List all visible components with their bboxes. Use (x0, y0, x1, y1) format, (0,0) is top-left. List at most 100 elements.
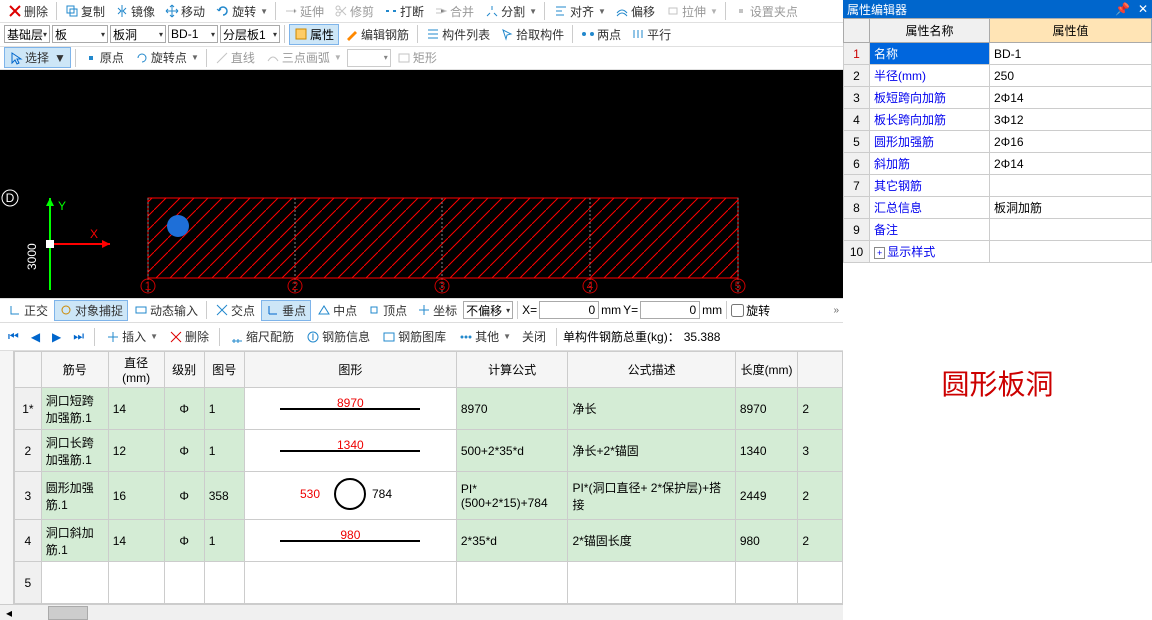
nav-next-icon[interactable]: ▶ (48, 329, 65, 345)
mid-snap[interactable]: 中点 (313, 301, 361, 320)
ortho-toggle[interactable]: 正交 (4, 301, 52, 320)
property-editor-header: 属性编辑器 📌 ✕ (843, 0, 1152, 18)
trim-button: 修剪 (330, 2, 378, 21)
break-button[interactable]: 打断 (380, 2, 428, 21)
drawing-canvas[interactable]: D Y X 3000 1 (0, 70, 843, 298)
vertex-snap[interactable]: 顶点 (363, 301, 411, 320)
col-fig[interactable]: 图号 (204, 352, 244, 388)
split-button[interactable]: 分割▼ (480, 2, 540, 21)
rebar-toolbar: ⏮ ◀ ▶ ⏭ 插入▼ 删除 缩尺配筋 i钢筋信息 钢筋图库 其他▼ 关闭 单构… (0, 323, 843, 351)
prop-col-value[interactable]: 属性值 (990, 19, 1152, 43)
overflow-icon[interactable]: » (833, 305, 839, 316)
delete-button[interactable]: 删除 (4, 2, 52, 21)
origin-button[interactable]: 原点 (80, 48, 128, 67)
copy-button[interactable]: 复制 (61, 2, 109, 21)
two-point-button[interactable]: 两点 (577, 25, 625, 44)
rotate-button[interactable]: 旋转▼ (211, 2, 271, 21)
pin-icon[interactable]: 📌 (1115, 2, 1130, 16)
pick-comp-button[interactable]: 拾取构件 (496, 25, 568, 44)
col-formula[interactable]: 计算公式 (456, 352, 568, 388)
col-diameter[interactable]: 直径(mm) (108, 352, 164, 388)
line-button: 直线 (211, 48, 259, 67)
property-editor-title: 属性编辑器 (847, 1, 907, 18)
property-row[interactable]: 6斜加筋2Φ14 (844, 153, 1152, 175)
property-editor-panel: 属性编辑器 📌 ✕ 属性名称 属性值 1名称BD-12半径(mm)2503板短跨… (843, 0, 1152, 620)
svg-text:784: 784 (372, 487, 392, 501)
svg-text:1: 1 (145, 279, 152, 293)
close-icon[interactable]: ✕ (1138, 2, 1148, 16)
perp-snap[interactable]: 垂点 (261, 300, 311, 321)
intersect-snap[interactable]: 交点 (211, 301, 259, 320)
col-shape[interactable]: 图形 (244, 352, 456, 388)
properties-button[interactable]: 属性 (289, 24, 339, 45)
col-desc[interactable]: 公式描述 (568, 352, 735, 388)
stretch-button: 拉伸▼ (661, 2, 721, 21)
col-count[interactable] (798, 352, 843, 388)
comp-type-select[interactable]: 板▾ (52, 25, 108, 43)
table-row[interactable]: 5 (15, 562, 843, 604)
x-unit: mm (601, 303, 621, 317)
comp-list-button[interactable]: 构件列表 (422, 25, 494, 44)
rebar-table: 筋号 直径(mm) 级别 图号 图形 计算公式 公式描述 长度(mm) 1* 洞… (14, 351, 843, 604)
nav-prev-icon[interactable]: ◀ (27, 329, 44, 345)
watermark-text: 圆形板洞 (843, 363, 1152, 403)
col-length[interactable]: 长度(mm) (735, 352, 797, 388)
svg-text:2: 2 (292, 279, 299, 293)
mirror-button[interactable]: 镜像 (111, 2, 159, 21)
extend-button: 延伸 (280, 2, 328, 21)
nav-first-icon[interactable]: ⏮ (4, 328, 23, 345)
rebar-insert-button[interactable]: 插入▼ (101, 327, 161, 346)
layer-select[interactable]: 基础层▾ (4, 25, 50, 43)
x-coord-input[interactable] (539, 301, 599, 319)
x-label: X= (522, 303, 537, 317)
osnap-toggle[interactable]: 对象捕捉 (54, 300, 128, 321)
rotate-point-button[interactable]: 旋转点▼ (130, 48, 202, 67)
svg-text:3000: 3000 (25, 243, 39, 270)
property-row[interactable]: 8汇总信息板洞加筋 (844, 197, 1152, 219)
rect-button: 矩形 (393, 48, 441, 67)
move-button[interactable]: 移动 (161, 2, 209, 21)
prop-col-name[interactable]: 属性名称 (870, 19, 990, 43)
property-row[interactable]: 1名称BD-1 (844, 43, 1152, 65)
offset-button[interactable]: 偏移 (611, 2, 659, 21)
rebar-lib-button[interactable]: 钢筋图库 (378, 327, 450, 346)
rotate-checkbox[interactable] (731, 304, 744, 317)
dyn-input-toggle[interactable]: 动态输入 (130, 301, 202, 320)
select-button[interactable]: 选择▼ (4, 47, 71, 68)
arc3pt-button: 三点画弧▼ (261, 48, 345, 67)
nav-last-icon[interactable]: ⏭ (69, 328, 88, 345)
property-row[interactable]: 7其它钢筋 (844, 175, 1152, 197)
rebar-close-button[interactable]: 关闭 (518, 327, 550, 346)
col-rebar-id[interactable]: 筋号 (41, 352, 108, 388)
offset-mode-select[interactable]: 不偏移▾ (463, 301, 513, 319)
align-button[interactable]: 对齐▼ (549, 2, 609, 21)
comp-subtype-select[interactable]: 板洞▾ (110, 25, 166, 43)
property-row[interactable]: 2半径(mm)250 (844, 65, 1152, 87)
table-row[interactable]: 3 圆形加强筋.1 16 Φ 358 530784 PI*(500+2*15)+… (15, 472, 843, 520)
table-row[interactable]: 4 洞口斜加筋.1 14 Φ 1 980 2*35*d 2*锚固长度 980 2 (15, 520, 843, 562)
weight-value: 35.388 (684, 330, 721, 344)
rebar-info-button[interactable]: i钢筋信息 (302, 327, 374, 346)
property-row[interactable]: 4板长跨向加筋3Φ12 (844, 109, 1152, 131)
svg-text:530: 530 (300, 487, 320, 501)
sublayer-select[interactable]: 分层板1▾ (220, 25, 280, 43)
property-row[interactable]: 9备注 (844, 219, 1152, 241)
table-row[interactable]: 2 洞口长跨加强筋.1 12 Φ 1 1340 500+2*35*d 净长+2*… (15, 430, 843, 472)
parallel-button[interactable]: 平行 (627, 25, 675, 44)
y-coord-input[interactable] (640, 301, 700, 319)
coord-snap[interactable]: 坐标 (413, 301, 461, 320)
table-row[interactable]: 1* 洞口短跨加强筋.1 14 Φ 1 8970 8970 净长 8970 2 (15, 388, 843, 430)
rebar-delete-button[interactable]: 删除 (165, 327, 213, 346)
svg-text:i: i (312, 330, 315, 343)
weight-label: 单构件钢筋总重(kg)： (563, 328, 680, 345)
hscroll[interactable]: ◂ (0, 604, 843, 620)
scale-rebar-button[interactable]: 缩尺配筋 (226, 327, 298, 346)
rebar-other-button[interactable]: 其他▼ (454, 327, 514, 346)
col-grade[interactable]: 级别 (164, 352, 204, 388)
property-row[interactable]: 5圆形加强筋2Φ16 (844, 131, 1152, 153)
comp-name-select[interactable]: BD-1▾ (168, 25, 218, 43)
property-row[interactable]: 10+显示样式 (844, 241, 1152, 263)
property-row[interactable]: 3板短跨向加筋2Φ14 (844, 87, 1152, 109)
merge-button: 合并 (430, 2, 478, 21)
edit-rebar-button[interactable]: 编辑钢筋 (341, 25, 413, 44)
